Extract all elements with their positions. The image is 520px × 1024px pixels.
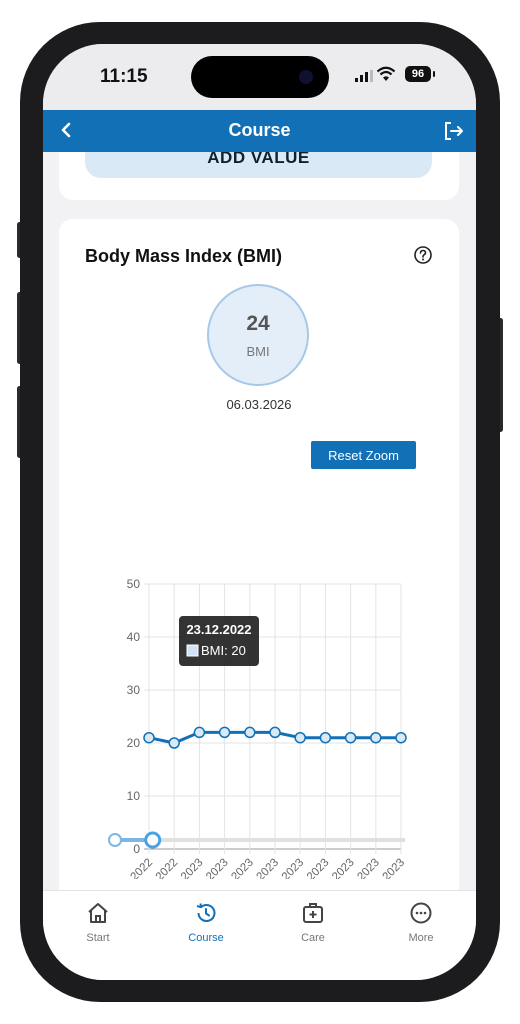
nav-care[interactable]: Care (278, 901, 348, 944)
bmi-value-circle: 24 BMI (207, 284, 309, 386)
nav-label: More (408, 932, 434, 944)
nav-label: Care (301, 932, 325, 944)
dynamic-island (191, 56, 329, 98)
app-bar: Course (43, 110, 476, 152)
more-icon (410, 902, 432, 924)
bmi-unit: BMI (246, 344, 270, 359)
y-tick-label: 30 (127, 683, 141, 697)
y-tick-label: 40 (127, 630, 141, 644)
x-tick-label: 22.12.2022 (106, 857, 155, 879)
data-point[interactable] (370, 731, 382, 744)
nav-course[interactable]: Course (171, 901, 241, 944)
bmi-date: 06.03.2026 (226, 397, 292, 412)
nav-more[interactable]: More (386, 901, 456, 944)
data-point[interactable] (168, 737, 180, 749)
data-point[interactable] (143, 731, 155, 744)
chart-tooltip: 23.12.2022 BMI: 20 (179, 616, 259, 666)
bmi-value: 24 (246, 312, 270, 335)
status-time: 11:15 (100, 66, 148, 87)
bmi-line-chart[interactable]: 0 10 20 30 40 50 22.12.202223.12.20224.1.2023… (59, 469, 459, 879)
reset-zoom-button[interactable]: Reset Zoom (311, 441, 416, 469)
data-point[interactable] (395, 731, 407, 744)
wifi-icon (376, 66, 396, 81)
phone-screen: 11:15 96 Course ADD VALUE Body Mass Inde… (43, 44, 476, 980)
y-tick-label: 10 (127, 789, 141, 803)
bmi-card: Body Mass Index (BMI) 24 BMI 06.03.2026 … (59, 219, 459, 890)
nav-label: Course (188, 932, 224, 944)
battery-cap (433, 71, 435, 77)
chart-y-axis: 0 10 20 30 40 50 (127, 577, 141, 856)
slider-handle-end (144, 831, 162, 849)
camera-icon (299, 70, 313, 84)
data-point[interactable] (294, 731, 306, 744)
scroll-content[interactable]: ADD VALUE Body Mass Index (BMI) 24 BMI 0… (43, 152, 476, 890)
logout-icon[interactable] (443, 120, 465, 142)
help-icon[interactable] (414, 246, 432, 264)
data-point[interactable] (344, 731, 357, 744)
data-point[interactable] (193, 726, 206, 739)
slider-handle-start (108, 833, 122, 847)
nav-label: Start (86, 932, 110, 944)
history-icon (196, 903, 216, 922)
medical-bag-icon (303, 903, 323, 923)
data-point[interactable] (244, 726, 256, 739)
y-tick-label: 0 (133, 842, 140, 856)
tooltip-value: BMI: 20 (201, 643, 246, 658)
nav-start[interactable]: Start (63, 901, 133, 944)
data-point[interactable] (218, 726, 231, 739)
data-point[interactable] (269, 726, 281, 739)
battery-icon: 96 (405, 66, 431, 82)
range-slider[interactable] (108, 831, 405, 849)
data-point[interactable] (319, 731, 332, 744)
add-value-button[interactable]: ADD VALUE (85, 152, 432, 178)
y-tick-label: 50 (127, 577, 141, 591)
bmi-card-title: Body Mass Index (BMI) (85, 246, 283, 266)
page-title: Course (228, 120, 291, 140)
add-value-card: ADD VALUE (59, 152, 459, 200)
chart-x-axis: 22.12.202223.12.20224.1.20236.1.202310.1… (106, 857, 407, 879)
signal-icon (355, 70, 373, 82)
home-icon (88, 903, 108, 923)
y-tick-label: 20 (127, 736, 141, 750)
tooltip-date: 23.12.2022 (186, 622, 251, 637)
bottom-nav: Start Course Care More (43, 890, 476, 980)
